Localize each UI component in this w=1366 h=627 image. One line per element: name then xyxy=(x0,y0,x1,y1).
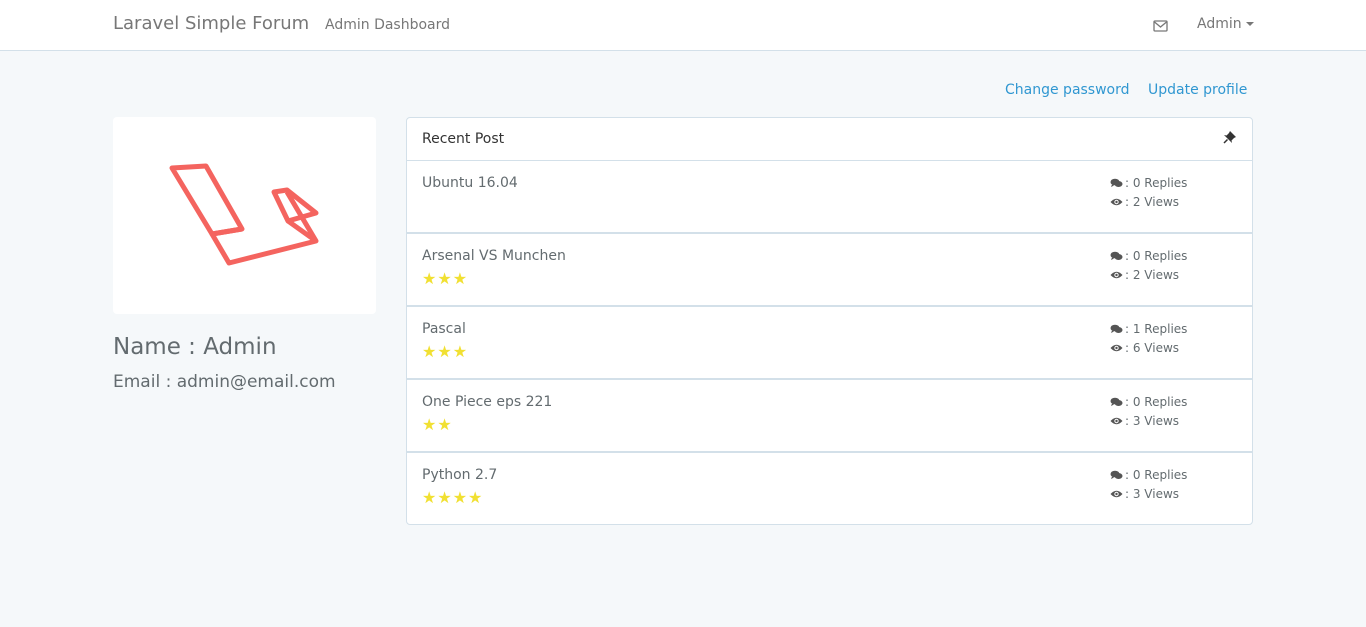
replies-count: : 0 Replies xyxy=(1110,176,1187,190)
star-icon: ★ xyxy=(422,342,437,361)
replies-text: : 1 Replies xyxy=(1125,322,1188,336)
navbar: Laravel Simple Forum Admin Dashboard Adm… xyxy=(0,0,1366,51)
post-list-item: Ubuntu 16.04 : 0 Replies : 2 Views xyxy=(407,162,1252,234)
views-text: : 3 Views xyxy=(1125,414,1180,428)
eye-icon xyxy=(1110,341,1125,355)
star-icon: ★ xyxy=(452,342,468,361)
avatar xyxy=(113,117,376,314)
views-text: : 2 Views xyxy=(1125,195,1180,209)
star-icon: ★ xyxy=(422,269,437,288)
post-title-link[interactable]: Ubuntu 16.04 xyxy=(422,175,518,191)
rating-stars: ★★ xyxy=(422,415,453,434)
replies-count: : 0 Replies xyxy=(1110,249,1187,263)
star-icon: ★ xyxy=(437,342,452,361)
brand-link[interactable]: Laravel Simple Forum xyxy=(113,13,309,34)
comments-icon xyxy=(1110,468,1125,482)
views-count: : 3 Views xyxy=(1110,487,1179,501)
star-icon: ★ xyxy=(452,269,468,288)
replies-text: : 0 Replies xyxy=(1125,468,1188,482)
star-icon: ★ xyxy=(452,488,468,507)
post-list-item: One Piece eps 221 ★★ : 0 Replies : 3 Views xyxy=(407,381,1252,453)
replies-text: : 0 Replies xyxy=(1125,249,1188,263)
post-title-link[interactable]: Arsenal VS Munchen xyxy=(422,248,566,264)
post-list-item: Python 2.7 ★★★★: 0 Replies: 3 Views xyxy=(407,454,1252,526)
comments-icon xyxy=(1110,249,1125,263)
profile-name: Name : Admin xyxy=(113,334,277,360)
comments-icon xyxy=(1110,395,1125,409)
envelope-icon[interactable] xyxy=(1153,18,1168,32)
recent-posts-panel: Recent Post Ubuntu 16.04 : 0 Replies : 2 V… xyxy=(406,117,1253,525)
views-count: : 2 Views xyxy=(1110,195,1179,209)
panel-title: Recent Post xyxy=(422,131,505,147)
panel-heading: Recent Post xyxy=(407,118,1252,161)
post-title-link[interactable]: One Piece eps 221 xyxy=(422,394,552,410)
star-icon: ★ xyxy=(437,269,452,288)
star-icon: ★ xyxy=(437,488,452,507)
star-icon: ★ xyxy=(422,488,437,507)
replies-text: : 0 Replies xyxy=(1125,176,1188,190)
update-profile-link[interactable]: Update profile xyxy=(1148,82,1247,98)
rating-stars: ★★★ xyxy=(422,269,468,288)
replies-text: : 0 Replies xyxy=(1125,395,1188,409)
eye-icon xyxy=(1110,195,1125,209)
pushpin-icon[interactable] xyxy=(1223,129,1237,144)
eye-icon xyxy=(1110,268,1125,282)
views-count: : 6 Views xyxy=(1110,341,1179,355)
caret-down-icon xyxy=(1245,22,1254,26)
replies-count: : 0 Replies xyxy=(1110,468,1187,482)
user-menu-label: Admin xyxy=(1197,16,1242,32)
post-title-link[interactable]: Pascal xyxy=(422,321,466,337)
user-menu-dropdown[interactable]: Admin xyxy=(1197,16,1254,32)
rating-stars: ★★★ xyxy=(422,342,468,361)
comments-icon xyxy=(1110,176,1125,190)
post-list-item: Pascal ★★★: 1 Replies: 6 Views xyxy=(407,308,1252,380)
profile-email: Email : admin@email.com xyxy=(113,372,336,392)
views-text: : 6 Views xyxy=(1125,341,1180,355)
post-list-item: Arsenal VS Munchen ★★★: 0 Replies: 2 View… xyxy=(407,235,1252,307)
star-icon: ★ xyxy=(422,415,437,434)
eye-icon xyxy=(1110,414,1125,428)
star-icon: ★ xyxy=(437,415,452,434)
replies-count: : 0 Replies xyxy=(1110,395,1187,409)
views-count: : 3 Views xyxy=(1110,414,1179,428)
replies-count: : 1 Replies xyxy=(1110,322,1187,336)
change-password-link[interactable]: Change password xyxy=(1005,82,1130,98)
star-icon: ★ xyxy=(468,488,483,507)
admin-dashboard-link[interactable]: Admin Dashboard xyxy=(325,17,450,33)
post-title-link[interactable]: Python 2.7 xyxy=(422,467,497,483)
laravel-logo-icon xyxy=(169,163,319,266)
views-text: : 2 Views xyxy=(1125,268,1180,282)
views-count: : 2 Views xyxy=(1110,268,1179,282)
rating-stars: ★★★★ xyxy=(422,488,483,507)
eye-icon xyxy=(1110,487,1125,501)
views-text: : 3 Views xyxy=(1125,487,1180,501)
comments-icon xyxy=(1110,322,1125,336)
